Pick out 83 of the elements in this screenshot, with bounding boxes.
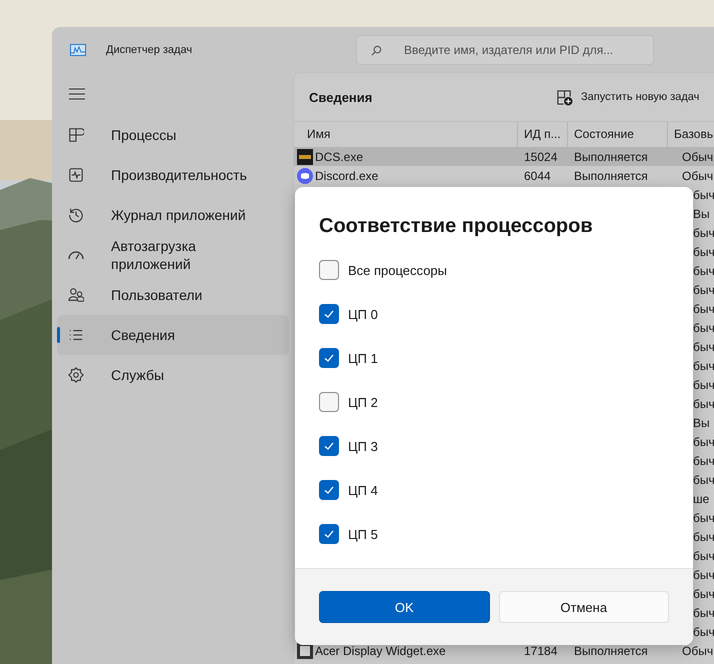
sidebar-item[interactable]: Журнал приложений (57, 195, 289, 235)
checkmark-icon (323, 484, 335, 496)
table-cell-text: Обыч (681, 168, 714, 182)
table-cell: быч (693, 302, 714, 316)
list-icon (68, 327, 84, 343)
checkbox[interactable] (319, 348, 339, 368)
checkbox[interactable] (319, 436, 339, 456)
table-cell: быч (693, 472, 714, 486)
table-cell: Вы (693, 416, 710, 430)
page-title: Сведения (309, 90, 374, 104)
checkbox[interactable] (319, 304, 339, 324)
checkbox[interactable] (319, 524, 339, 544)
table-cell: быч (693, 320, 714, 334)
table-cell: быч (693, 264, 714, 278)
table-cell: быч (693, 434, 714, 448)
checkbox-label: ЦП 1 (348, 350, 378, 366)
checkbox-label: ЦП 4 (348, 482, 378, 498)
dialog-title: Соответствие процессоров (319, 215, 594, 238)
checkbox[interactable] (319, 480, 339, 500)
checkbox[interactable] (319, 260, 339, 280)
checkbox-label: Все процессоры (348, 262, 447, 278)
checkbox[interactable] (319, 392, 339, 412)
gauge-icon (68, 250, 84, 260)
sidebar-item[interactable]: Сведения (57, 315, 289, 355)
table-cell: DCS.exe (315, 150, 364, 164)
checkmark-icon (323, 528, 335, 540)
checkmark-icon (323, 308, 335, 320)
table-cell: быч (693, 586, 714, 600)
gear-icon (68, 367, 84, 383)
checkbox-label: ЦП 3 (348, 438, 378, 454)
table-cell: быч (693, 226, 714, 240)
window-title: Диспетчер задач (106, 44, 194, 56)
column-header[interactable]: Базовь (668, 122, 714, 147)
table-cell-text: Выполняется (573, 150, 649, 164)
discord-icon (297, 168, 313, 184)
table-cell: быч (693, 454, 714, 468)
table-cell: быч (693, 282, 714, 296)
menu-icon[interactable] (69, 88, 85, 100)
table-cell: ше (693, 492, 710, 506)
table-cell: быч (693, 530, 714, 544)
checkbox-label: ЦП 0 (348, 306, 378, 322)
sidebar-item[interactable]: Производительность (57, 155, 289, 195)
sidebar-item[interactable]: Пользователи (57, 275, 289, 315)
table-cell: быч (693, 340, 714, 354)
checkmark-icon (323, 352, 335, 364)
table-cell: быч (693, 510, 714, 524)
table-cell-text: 17184 (523, 644, 558, 658)
table-cell: быч (693, 624, 714, 638)
table-cell-text: 6044 (523, 168, 552, 182)
sidebar-item[interactable]: Процессы (57, 115, 289, 155)
table-cell: быч (693, 548, 714, 562)
checkmark-icon (323, 440, 335, 452)
table-cell-text: Обыч (681, 644, 714, 658)
table-cell: быч (693, 358, 714, 372)
ok-button[interactable]: OK (319, 591, 490, 623)
new-task-icon (556, 88, 573, 106)
cancel-button[interactable]: Отмена (498, 591, 669, 623)
table-cell: Discord.exe (315, 168, 378, 182)
run-task-button[interactable]: Запустить новую задач (556, 88, 700, 106)
table-cell: быч (693, 606, 714, 620)
table-cell-text: 15024 (523, 150, 558, 164)
users-icon (68, 287, 84, 303)
sidebar-item[interactable]: Автозагрузка приложений (57, 235, 289, 275)
search-field[interactable]: Введите имя, издателя или PID для... (356, 34, 654, 64)
checkbox-label: ЦП 2 (348, 394, 378, 410)
table-cell: быч (693, 378, 714, 392)
checkbox-label: ЦП 5 (348, 526, 378, 542)
table-cell: быч (693, 244, 714, 258)
app-icon (297, 148, 313, 164)
table-cell-text: Выполняется (573, 168, 649, 182)
search-icon (371, 44, 382, 56)
grid-icon (68, 127, 84, 143)
history-icon (68, 207, 84, 223)
table-cell: быч (693, 396, 714, 410)
table-cell: быч (693, 568, 714, 582)
pulse-icon (68, 167, 84, 183)
chart-icon (70, 44, 86, 56)
sidebar-item[interactable]: Службы (57, 355, 289, 395)
table-cell: быч (693, 188, 714, 202)
table-cell: Acer Display Widget.exe (315, 644, 446, 658)
table-cell-text: Обыч (681, 150, 714, 164)
table-cell: Вы (693, 206, 710, 220)
table-cell-text: Выполняется (573, 644, 649, 658)
